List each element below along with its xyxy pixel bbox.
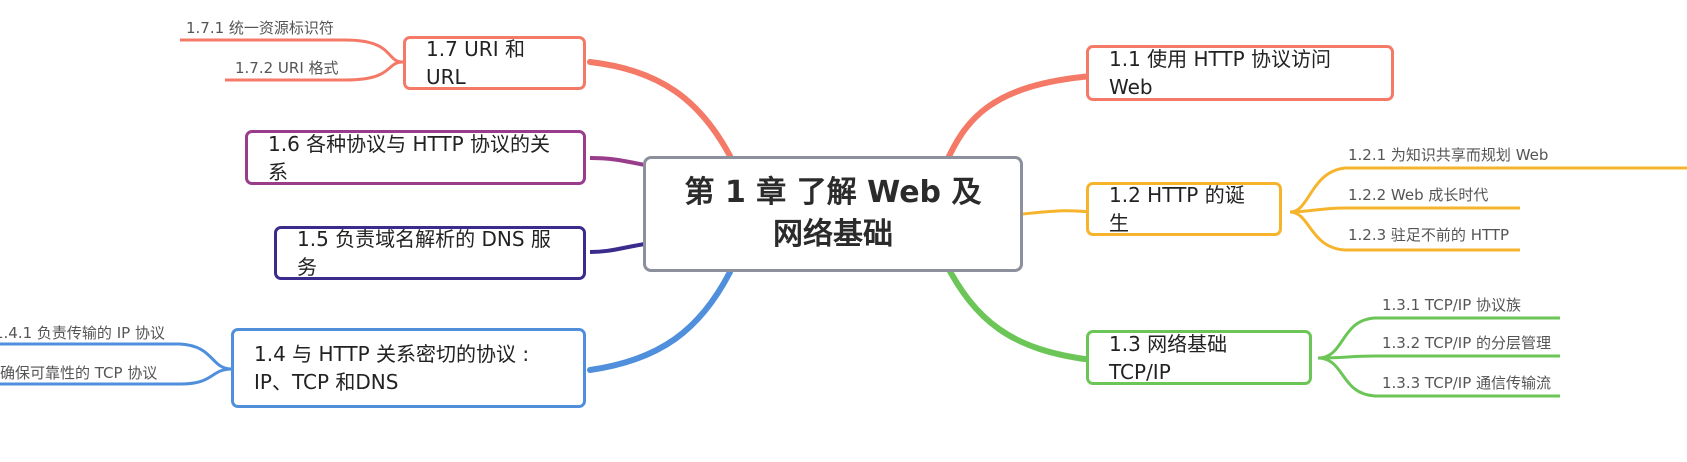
subtopic-1-7-1[interactable]: 1.7.1 统一资源标识符 [186,17,334,38]
connector-1-4 [587,269,733,373]
connector-1-1 [942,73,1095,168]
connector-1-3 [942,259,1095,363]
connector-1-2-2 [1289,206,1520,214]
subtopic-1-2-1[interactable]: 1.2.1 为知识共享而规划 Web [1348,144,1548,165]
subtopic-1-3-1[interactable]: 1.3.1 TCP/IP 协议族 [1382,294,1521,315]
connector-1-3-2 [1317,354,1560,360]
topic-1-5-label: 1.5 负责域名解析的 DNS 服务 [297,227,551,279]
topic-1-4[interactable]: 1.4 与 HTTP 关系密切的协议 : IP、TCP 和DNS [231,328,586,408]
subtopic-1-7-2[interactable]: 1.7.2 URI 格式 [235,57,339,78]
topic-1-6-label: 1.6 各种协议与 HTTP 协议的关系 [268,131,551,184]
topic-1-1[interactable]: 1.1 使用 HTTP 协议访问 Web [1086,45,1394,101]
topic-1-3[interactable]: 1.3 网络基础 TCP/IP [1086,330,1312,385]
subtopic-1-3-3[interactable]: 1.3.3 TCP/IP 通信传输流 [1382,372,1551,393]
topic-1-5[interactable]: 1.5 负责域名解析的 DNS 服务 [274,226,586,280]
topic-1-1-label: 1.1 使用 HTTP 协议访问 Web [1109,47,1332,99]
connector-1-7 [587,59,733,159]
subtopic-1-4-2[interactable]: 确保可靠性的 TCP 协议 [0,362,157,383]
subtopic-1-2-3[interactable]: 1.2.3 驻足不前的 HTTP [1348,224,1509,245]
mind-map: 第 1 章 了解 Web 及网络基础 1.1 使用 HTTP 协议访问 Web … [0,0,1687,462]
topic-1-4-label: 1.4 与 HTTP 关系密切的协议 : IP、TCP 和DNS [254,342,530,394]
topic-1-7-label: 1.7 URI 和 URL [426,37,525,89]
topic-1-3-label: 1.3 网络基础 TCP/IP [1109,331,1228,384]
topic-1-6[interactable]: 1.6 各种协议与 HTTP 协议的关系 [245,130,586,185]
root-topic-label: 第 1 章 了解 Web 及网络基础 [684,175,982,252]
topic-1-2[interactable]: 1.2 HTTP 的诞生 [1086,182,1282,236]
connector-1-6 [589,156,646,167]
root-topic[interactable]: 第 1 章 了解 Web 及网络基础 [643,156,1023,272]
topic-1-2-label: 1.2 HTTP 的诞生 [1109,183,1245,235]
subtopic-1-3-2[interactable]: 1.3.2 TCP/IP 的分层管理 [1382,332,1551,353]
subtopic-1-2-2[interactable]: 1.2.2 Web 成长时代 [1348,184,1488,205]
connector-1-5 [589,242,646,254]
topic-1-7[interactable]: 1.7 URI 和 URL [403,36,586,90]
subtopic-1-4-1[interactable]: 1.4.1 负责传输的 IP 协议 [0,322,165,343]
connector-1-2 [1022,209,1093,216]
